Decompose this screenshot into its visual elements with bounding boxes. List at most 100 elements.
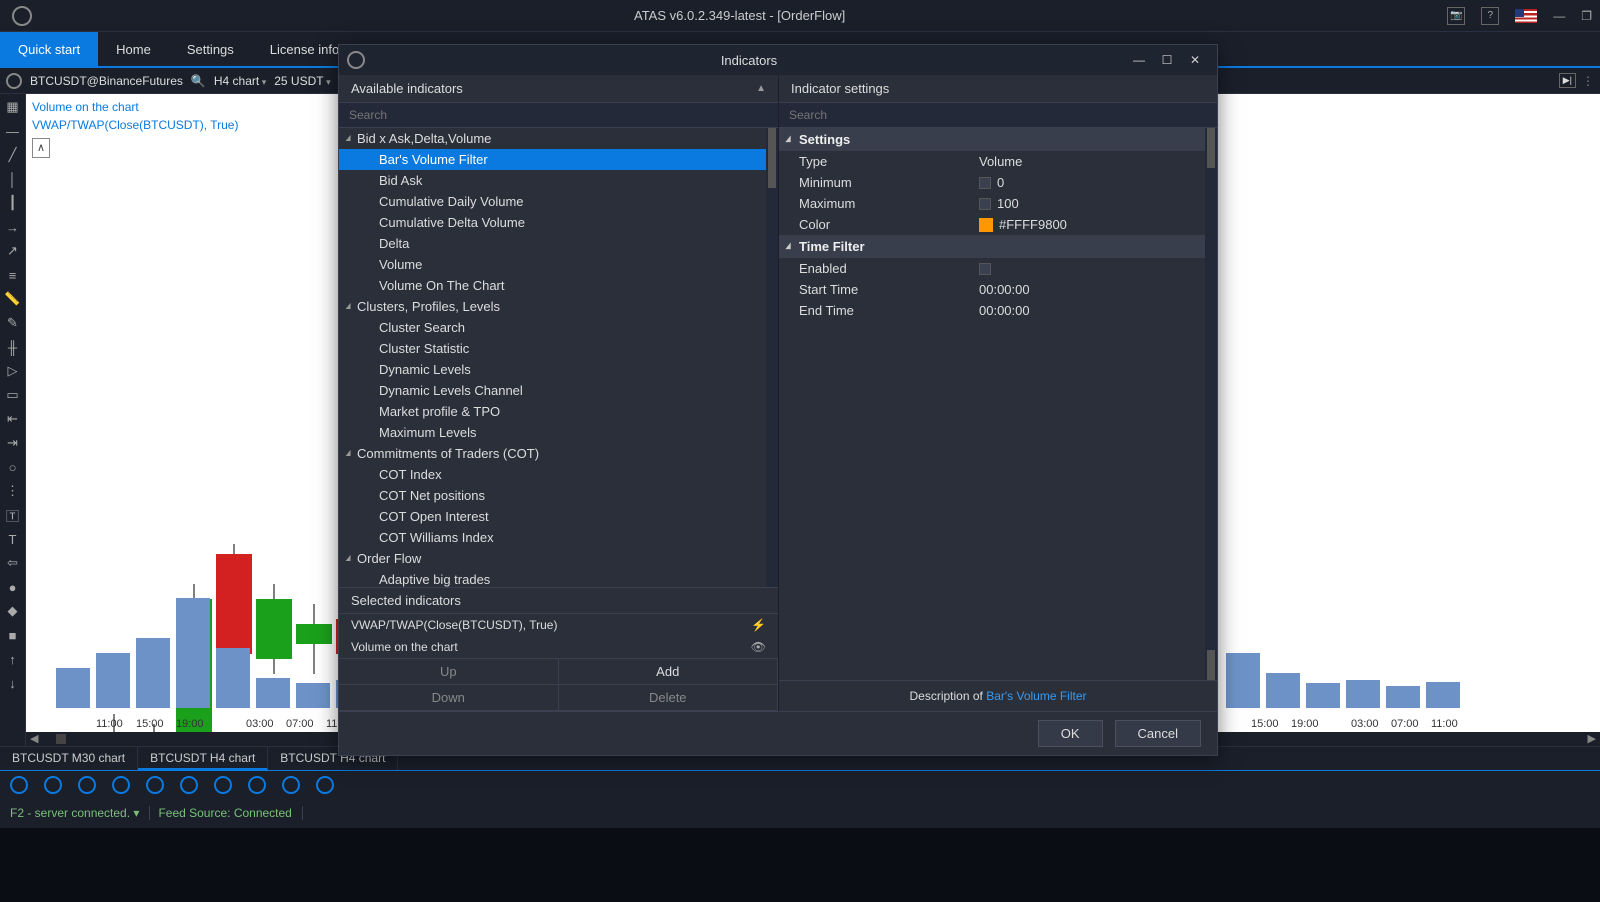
connector-icon[interactable] bbox=[180, 776, 198, 794]
prop-value[interactable]: 00:00:00 bbox=[979, 303, 1205, 318]
settings-search-input[interactable] bbox=[779, 103, 1217, 127]
search-icon[interactable]: 🔍 bbox=[191, 74, 206, 88]
steps-right-icon[interactable]: ⇥ bbox=[4, 434, 22, 452]
description-link[interactable]: Bar's Volume Filter bbox=[986, 689, 1086, 703]
vline-icon[interactable]: │ bbox=[4, 170, 22, 188]
connector-icon[interactable] bbox=[214, 776, 232, 794]
scroll-right-icon[interactable]: ▶ bbox=[1584, 732, 1600, 745]
tree-item[interactable]: Maximum Levels bbox=[339, 422, 766, 443]
tree-item[interactable]: Market profile & TPO bbox=[339, 401, 766, 422]
prop-value[interactable]: 100 bbox=[979, 196, 1205, 211]
ruler-icon[interactable]: 📏 bbox=[4, 290, 22, 308]
arrow-down-icon[interactable]: ↓ bbox=[4, 674, 22, 692]
dots-icon[interactable]: ⋮ bbox=[4, 482, 22, 500]
tree-item[interactable]: COT Open Interest bbox=[339, 506, 766, 527]
menu-home[interactable]: Home bbox=[98, 32, 169, 66]
connector-icon[interactable] bbox=[146, 776, 164, 794]
available-indicators-header[interactable]: Available indicators ▲ bbox=[339, 75, 778, 103]
server-status[interactable]: F2 - server connected. ▾ bbox=[10, 806, 150, 820]
tree-group[interactable]: Commitments of Traders (COT) bbox=[339, 443, 766, 464]
triangle-icon[interactable]: ▷ bbox=[4, 362, 22, 380]
tree-item[interactable]: Cumulative Delta Volume bbox=[339, 212, 766, 233]
connector-icon[interactable] bbox=[78, 776, 96, 794]
prop-end-time[interactable]: End Time 00:00:00 bbox=[779, 300, 1205, 321]
tree-item[interactable]: Volume bbox=[339, 254, 766, 275]
tree-item[interactable]: Adaptive big trades bbox=[339, 569, 766, 587]
dialog-close-icon[interactable]: ✕ bbox=[1181, 53, 1209, 67]
tree-item[interactable]: COT Net positions bbox=[339, 485, 766, 506]
scroll-thumb[interactable] bbox=[56, 734, 66, 744]
pencil-icon[interactable]: ✎ bbox=[4, 314, 22, 332]
prop-type[interactable]: Type Volume bbox=[779, 151, 1205, 172]
add-button[interactable]: Add bbox=[559, 659, 779, 685]
text-icon[interactable]: T bbox=[4, 530, 22, 548]
tree-group[interactable]: Order Flow bbox=[339, 548, 766, 569]
settings-scrollbar[interactable] bbox=[1205, 128, 1217, 680]
tree-item[interactable]: Cluster Statistic bbox=[339, 338, 766, 359]
parallel-lines-icon[interactable]: ≡ bbox=[4, 266, 22, 284]
diamond-icon[interactable]: ◆ bbox=[4, 602, 22, 620]
prop-maximum[interactable]: Maximum 100 bbox=[779, 193, 1205, 214]
cancel-button[interactable]: Cancel bbox=[1115, 720, 1201, 747]
symbol-label[interactable]: BTCUSDT@BinanceFutures bbox=[30, 74, 183, 88]
trend-line-icon[interactable]: ╱ bbox=[4, 146, 22, 164]
available-search-input[interactable] bbox=[339, 103, 778, 127]
circle-outline-icon[interactable]: ○ bbox=[4, 458, 22, 476]
menu-quick-start[interactable]: Quick start bbox=[0, 32, 98, 66]
square-icon[interactable]: ■ bbox=[4, 626, 22, 644]
connector-icon[interactable] bbox=[316, 776, 334, 794]
checkbox-icon[interactable] bbox=[979, 177, 991, 189]
tree-item[interactable]: Volume On The Chart bbox=[339, 275, 766, 296]
up-button[interactable]: Up bbox=[339, 659, 559, 685]
prop-enabled[interactable]: Enabled bbox=[779, 258, 1205, 279]
tree-item[interactable]: Dynamic Levels Channel bbox=[339, 380, 766, 401]
arrow-right-icon[interactable]: → bbox=[4, 218, 22, 236]
down-button[interactable]: Down bbox=[339, 685, 559, 711]
connector-icon[interactable] bbox=[44, 776, 62, 794]
tree-item[interactable]: Cumulative Daily Volume bbox=[339, 191, 766, 212]
tree-group[interactable]: Bid x Ask,Delta,Volume bbox=[339, 128, 766, 149]
minimize-window-icon[interactable]: — bbox=[1553, 9, 1565, 23]
text-label-icon[interactable]: 🅃 bbox=[4, 506, 22, 524]
scroll-left-icon[interactable]: ◀ bbox=[26, 732, 42, 745]
tree-item[interactable]: Dynamic Levels bbox=[339, 359, 766, 380]
color-swatch-icon[interactable] bbox=[979, 218, 993, 232]
language-flag-icon[interactable] bbox=[1515, 9, 1537, 23]
checkbox-icon[interactable] bbox=[979, 263, 991, 275]
prop-minimum[interactable]: Minimum 0 bbox=[779, 172, 1205, 193]
toolbar-right-more-icon[interactable]: ⋮ bbox=[1582, 74, 1594, 88]
vline2-icon[interactable]: ┃ bbox=[4, 194, 22, 212]
plug-icon[interactable]: ⚡ bbox=[751, 618, 766, 632]
grid-icon[interactable]: ▦ bbox=[4, 98, 22, 116]
delete-button[interactable]: Delete bbox=[559, 685, 779, 711]
prop-value[interactable]: 00:00:00 bbox=[979, 282, 1205, 297]
prop-value[interactable]: 0 bbox=[979, 175, 1205, 190]
prop-value[interactable]: #FFFF9800 bbox=[979, 217, 1205, 232]
eye-icon[interactable]: 👁 bbox=[751, 640, 766, 654]
tree-item[interactable]: Bid Ask bbox=[339, 170, 766, 191]
ok-button[interactable]: OK bbox=[1038, 720, 1103, 747]
tree-item[interactable]: Delta bbox=[339, 233, 766, 254]
screenshot-icon[interactable]: 📷 bbox=[1447, 7, 1465, 25]
settings-group-header[interactable]: Settings bbox=[779, 128, 1205, 151]
connector-icon[interactable] bbox=[10, 776, 28, 794]
timeframe-dropdown[interactable]: H4 chart bbox=[214, 74, 266, 88]
checkbox-icon[interactable] bbox=[979, 198, 991, 210]
chart-tab[interactable]: BTCUSDT M30 chart bbox=[0, 747, 138, 770]
feed-status[interactable]: Feed Source: Connected bbox=[158, 806, 302, 820]
fib-icon[interactable]: ╫ bbox=[4, 338, 22, 356]
indicator-tree[interactable]: Bid x Ask,Delta,VolumeBar's Volume Filte… bbox=[339, 128, 766, 587]
prop-start-time[interactable]: Start Time 00:00:00 bbox=[779, 279, 1205, 300]
note-icon[interactable]: ⇦ bbox=[4, 554, 22, 572]
hline-icon[interactable]: — bbox=[4, 122, 22, 140]
prop-value[interactable]: Volume bbox=[979, 154, 1205, 169]
tree-scrollbar[interactable] bbox=[766, 128, 778, 587]
prop-value[interactable] bbox=[979, 261, 1205, 276]
connector-icon[interactable] bbox=[248, 776, 266, 794]
dialog-minimize-icon[interactable]: — bbox=[1125, 53, 1153, 67]
arrow-up-icon[interactable]: ↑ bbox=[4, 650, 22, 668]
chart-tab[interactable]: BTCUSDT H4 chart bbox=[138, 747, 268, 770]
help-icon[interactable]: ? bbox=[1481, 7, 1499, 25]
collapse-overlays-button[interactable]: ∧ bbox=[32, 138, 50, 158]
forward-end-button[interactable]: ▶| bbox=[1559, 73, 1576, 88]
